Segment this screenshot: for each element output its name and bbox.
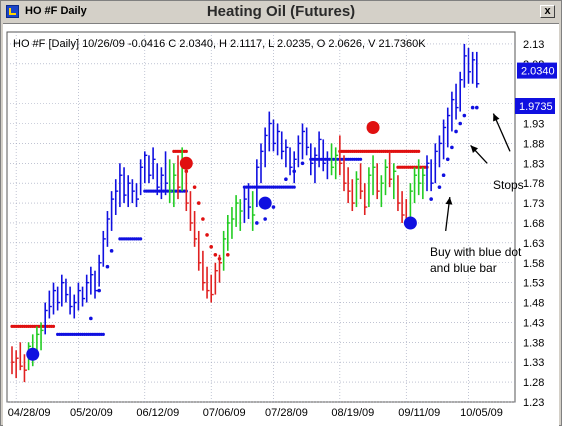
blue-trail-dot (429, 197, 433, 201)
close-button[interactable]: x (540, 5, 555, 18)
red-trail-dot (196, 201, 201, 205)
red-trail-dot (192, 185, 197, 189)
blue-trail-dot (89, 316, 93, 321)
red-trail-dot (226, 252, 230, 257)
y-tick-label: 1.68 (523, 218, 544, 230)
blue-trail-dot (97, 288, 101, 293)
sell-signal-dot (179, 156, 193, 170)
red-stop-dot (51, 324, 56, 329)
x-tick-label: 10/05/09 (460, 407, 503, 419)
blue-trail-dot (300, 161, 305, 166)
x-tick-label: 08/19/09 (331, 407, 374, 419)
y-tick-label: 1.73 (523, 198, 544, 210)
window-title: HO #F Daily (25, 5, 87, 17)
y-tick-label: 1.63 (523, 238, 544, 250)
red-stop-dot (417, 149, 421, 153)
blue-trail-dot (454, 129, 458, 134)
sell-signal-dot (366, 120, 380, 134)
blue-stop-dot (292, 185, 296, 189)
title-bar[interactable]: Heating Oil (Futures) HO #F Daily x (3, 3, 559, 21)
blue-trail-dot (450, 145, 454, 150)
x-tick-label: 06/12/09 (136, 407, 179, 419)
x-tick-label: 07/28/09 (265, 407, 308, 419)
plot-area (6, 31, 516, 403)
y-tick-label: 1.33 (523, 357, 544, 369)
red-trail-dot (201, 217, 205, 221)
chart-panel[interactable]: 2.132.081.981.931.881.831.781.731.681.63… (3, 23, 559, 426)
blue-trail-dot (255, 221, 259, 225)
red-trail-dot (205, 233, 209, 237)
y-tick-label: 2.13 (523, 39, 544, 51)
blue-trail-dot (271, 205, 276, 209)
blue-trail-dot (109, 249, 114, 253)
buy-annotation-line1: Buy with blue dot (430, 245, 522, 259)
blue-stop-dot (101, 332, 105, 336)
x-tick-label: 05/20/09 (70, 407, 113, 419)
x-tick-label: 07/06/09 (203, 407, 246, 419)
blue-trail-dot (462, 113, 467, 118)
red-stop-dot (184, 149, 188, 153)
blue-trail-dot (445, 157, 450, 162)
y-tick-label: 1.23 (523, 397, 544, 409)
y-tick-label: 1.58 (523, 258, 544, 270)
y-tick-label: 1.28 (523, 377, 544, 389)
y-tick-label: 1.93 (523, 119, 544, 131)
y-tick-label: 1.53 (523, 278, 544, 290)
x-tick-label: 04/28/09 (8, 407, 51, 419)
ohlc-info-line: HO #F [Daily] 10/26/09 -0.0416 C 2.0340,… (13, 38, 426, 50)
blue-trail-dot (105, 264, 110, 269)
buy-signal-dot (26, 347, 40, 361)
blue-stop-dot (359, 157, 363, 161)
last-price-badge: 2.0340 (521, 66, 555, 78)
stop-price-badge: 1.9735 (519, 101, 553, 113)
y-tick-label: 1.43 (523, 317, 544, 329)
y-tick-label: 1.88 (523, 138, 544, 150)
buy-annotation-line2: and blue bar (430, 261, 497, 275)
y-tick-label: 1.48 (523, 298, 544, 310)
blue-trail-dot (441, 173, 446, 178)
blue-trail-dot (263, 217, 267, 221)
y-tick-label: 1.38 (523, 337, 544, 349)
y-tick-label: 1.83 (523, 158, 544, 170)
blue-stop-dot (139, 237, 143, 241)
buy-signal-dot (258, 196, 272, 210)
chart-window: Heating Oil (Futures) HO #F Daily x 2.13… (0, 0, 562, 426)
buy-signal-dot (403, 216, 417, 230)
blue-trail-dot (458, 121, 463, 126)
y-tick-label: 1.78 (523, 178, 544, 190)
stops-annotation: Stops (493, 178, 524, 192)
blue-trail-dot (475, 105, 479, 110)
blue-trail-dot (284, 177, 288, 182)
red-trail-dot (209, 245, 213, 249)
blue-trail-dot (470, 105, 475, 110)
x-tick-label: 09/11/09 (398, 407, 440, 419)
red-trail-dot (213, 252, 218, 257)
blue-trail-dot (437, 185, 442, 189)
price-chart[interactable]: 2.132.081.981.931.881.831.781.731.681.63… (3, 24, 559, 426)
